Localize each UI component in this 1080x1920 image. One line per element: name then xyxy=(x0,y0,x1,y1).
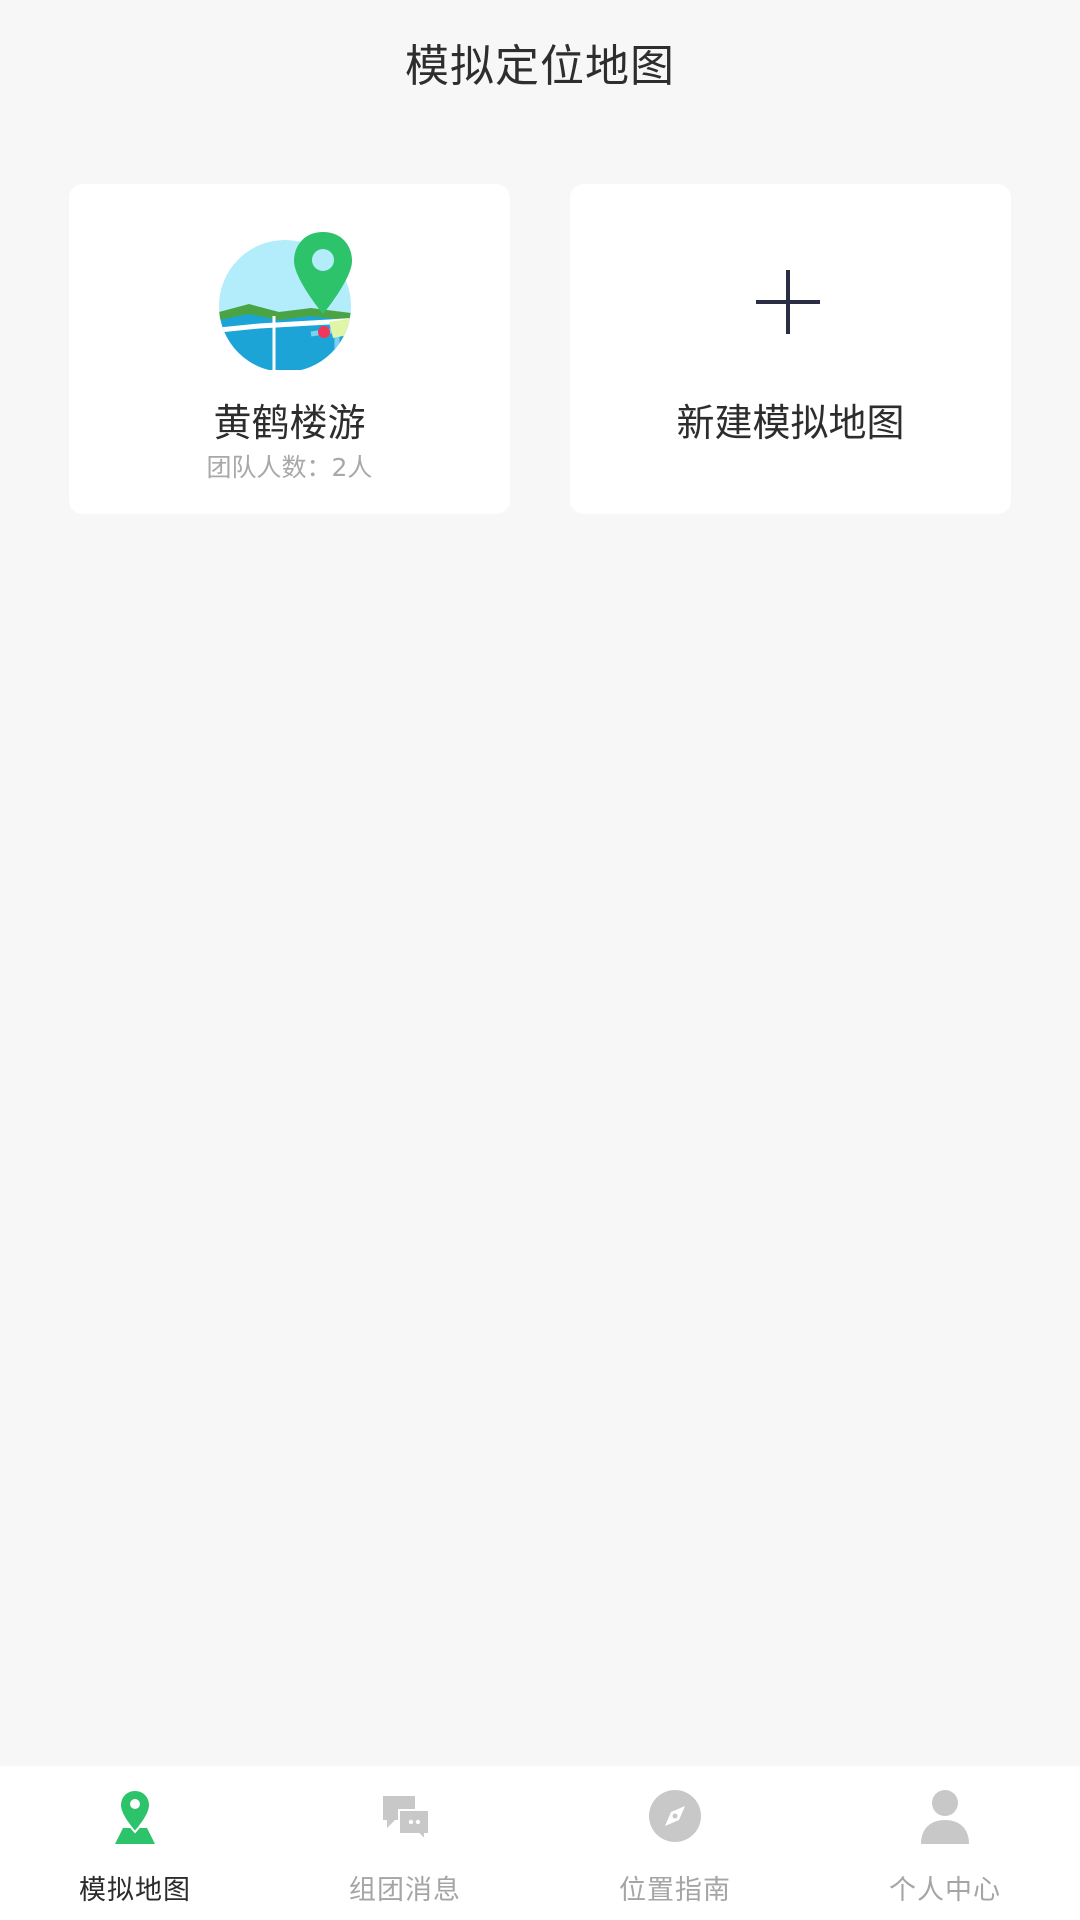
plus-icon xyxy=(756,270,820,334)
tab-group-messages[interactable]: 组团消息 xyxy=(270,1766,540,1920)
new-map-card[interactable]: 新建模拟地图 xyxy=(570,184,1011,514)
map-card[interactable]: 黄鹤楼游 团队人数：2人 xyxy=(69,184,510,514)
tab-mock-map[interactable]: 模拟地图 xyxy=(0,1766,270,1920)
tab-profile[interactable]: 个人中心 xyxy=(810,1766,1080,1920)
tab-profile-label: 个人中心 xyxy=(889,1875,1001,1906)
bottom-tab-bar: 模拟地图 组团消息 位置指南 个人中心 xyxy=(0,1766,1080,1920)
map-pin-globe-icon xyxy=(219,232,352,370)
header: 模拟定位地图 xyxy=(0,0,1080,125)
chat-icon xyxy=(383,1796,430,1843)
tab-location-guide-label: 位置指南 xyxy=(619,1875,731,1906)
map-card-team-count: 团队人数：2人 xyxy=(206,453,373,482)
tab-group-messages-label: 组团消息 xyxy=(349,1875,461,1906)
map-card-title: 黄鹤楼游 xyxy=(213,401,366,445)
map-pin-icon xyxy=(115,1788,155,1844)
page-title: 模拟定位地图 xyxy=(405,40,675,92)
compass-icon xyxy=(649,1790,701,1842)
tab-mock-map-label: 模拟地图 xyxy=(79,1875,191,1906)
map-card-grid: 黄鹤楼游 团队人数：2人 新建模拟地图 xyxy=(69,184,1011,514)
tab-location-guide[interactable]: 位置指南 xyxy=(540,1766,810,1920)
new-map-label: 新建模拟地图 xyxy=(676,401,905,445)
user-icon xyxy=(921,1790,969,1844)
